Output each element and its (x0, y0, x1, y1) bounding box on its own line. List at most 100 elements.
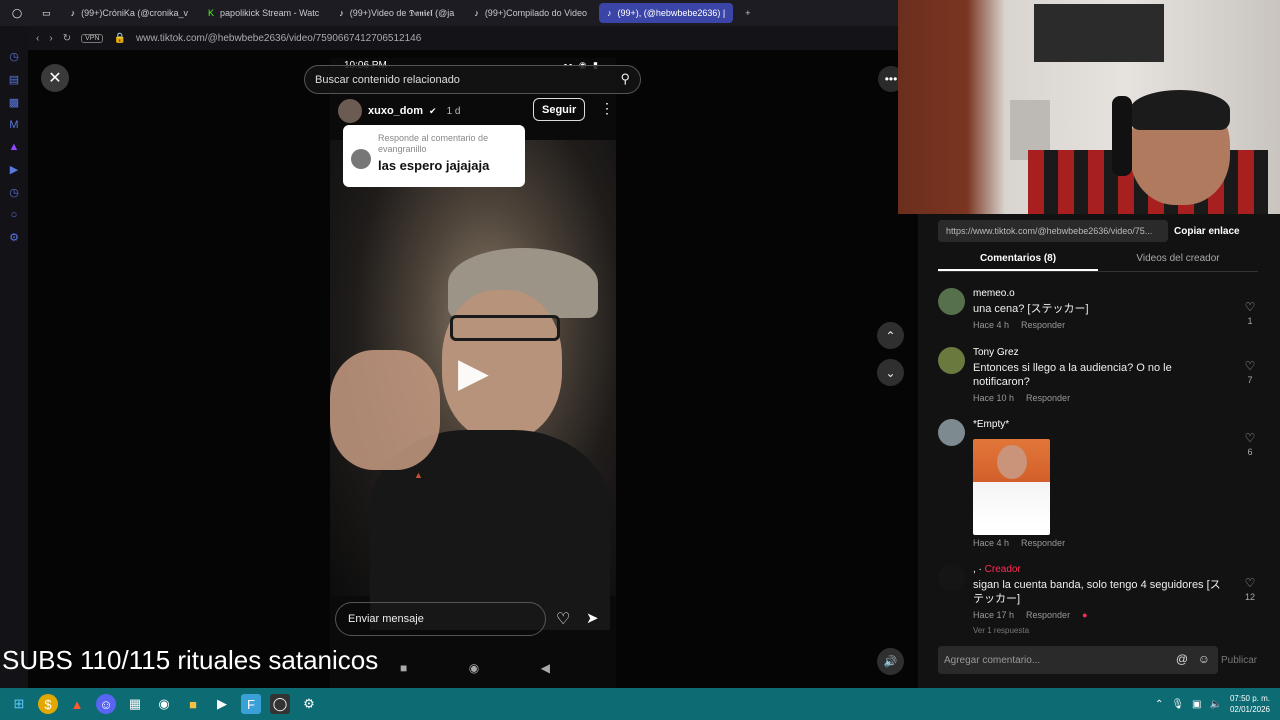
volume-icon[interactable]: 🔊 (877, 648, 904, 675)
video-link-field[interactable]: https://www.tiktok.com/@hebwbebe2636/vid… (938, 220, 1168, 242)
like-button[interactable]: ♡ 7 (1242, 359, 1258, 385)
avatar[interactable] (338, 99, 362, 123)
add-comment-placeholder: Agregar comentario... (944, 654, 1041, 666)
chevron-up-icon[interactable]: ⌃ (877, 322, 904, 349)
publish-button[interactable]: Publicar (1221, 655, 1257, 666)
volume-tray-icon[interactable]: 🔈 (1210, 699, 1222, 710)
reply-button[interactable]: Responder (1026, 393, 1070, 403)
heart-icon: ♡ (1244, 359, 1256, 373)
avatar[interactable] (938, 347, 965, 374)
tiktok-icon: ♪ (339, 8, 344, 18)
search-icon[interactable]: ⚲ (620, 71, 630, 87)
messenger-icon[interactable]: M (9, 119, 18, 131)
home-icon[interactable]: ◉ (469, 661, 479, 675)
player-icon[interactable]: ▶ (10, 163, 18, 176)
tab-3[interactable]: ♪ (99+)Video de 𝕯𝖆𝖓𝖎𝖊𝖑 (@ja (331, 3, 462, 23)
glasses-shape (450, 315, 560, 341)
like-button[interactable]: ♡ 12 (1242, 576, 1258, 602)
opera-gx-icon[interactable]: ◯ (270, 694, 290, 714)
windows-start-icon[interactable]: ⊞ (9, 694, 29, 714)
reply-button[interactable]: Responder (1021, 320, 1065, 330)
heart-icon: ♡ (1244, 576, 1256, 590)
like-button[interactable]: ♡ 6 (1242, 431, 1258, 457)
mention-icon[interactable]: @ (1176, 652, 1188, 666)
message-input[interactable]: Enviar mensaje (335, 602, 546, 636)
network-icon[interactable]: ▣ (1192, 699, 1201, 710)
comment-meta: Hace 17 h Responder ● (973, 610, 1100, 620)
store-icon[interactable]: ▦ (125, 694, 145, 714)
microphone-icon[interactable]: 🎙 (1171, 699, 1184, 710)
avatar[interactable] (938, 419, 965, 446)
comment-user[interactable]: *Empty* (973, 419, 1009, 430)
brave-icon[interactable]: ▲ (67, 694, 87, 714)
comment-image[interactable] (973, 439, 1050, 535)
comment-item: Tony Grez Entonces si llego a la audienc… (938, 347, 1258, 409)
settings-icon[interactable]: ⚙ (9, 231, 19, 244)
gamepad-icon[interactable]: ▶ (212, 694, 232, 714)
vpn-badge[interactable]: VPN (81, 33, 104, 43)
comment-item: , · Creador sigan la cuenta banda, solo … (938, 564, 1258, 624)
avatar[interactable] (938, 288, 965, 315)
comment-item: memeo.o una cena? [ステッカー] Hace 4 h Respon… (938, 288, 1258, 338)
settings-gear-icon[interactable]: ⚙ (299, 694, 319, 714)
history-icon[interactable]: ◷ (9, 50, 19, 63)
wallet-icon[interactable]: ▩ (9, 96, 19, 109)
author-name[interactable]: xuxo_dom (368, 105, 423, 117)
recents-icon[interactable]: ■ (400, 661, 407, 675)
discord-icon[interactable]: ☺ (96, 694, 116, 714)
comment-user[interactable]: , · Creador (973, 564, 1021, 575)
chevron-down-icon[interactable]: ⌄ (877, 359, 904, 386)
reply-card: Responde al comentario de evangranillo l… (343, 125, 525, 187)
send-icon[interactable]: ➤ (586, 609, 599, 627)
new-tab-button[interactable]: + (737, 3, 758, 23)
tab-5-active[interactable]: ♪ (99+), (@hebwbebe2636) | (598, 3, 734, 23)
heart-icon[interactable]: ♡ (556, 609, 570, 629)
avatar[interactable] (938, 564, 965, 591)
kick-icon: K (208, 8, 215, 18)
emoji-icon[interactable]: ☺ (1198, 652, 1210, 666)
play-icon[interactable]: ▶ (458, 350, 489, 396)
add-comment-input[interactable]: Agregar comentario... @ ☺ (938, 646, 1218, 674)
clock-icon[interactable]: ◷ (9, 186, 19, 199)
bag-icon[interactable]: ▤ (9, 73, 19, 86)
close-video-button[interactable]: ✕ (41, 64, 69, 92)
folder-icon[interactable]: ■ (183, 694, 203, 714)
browser-tab-strip: ◯ ▭ ♪ (99+)CróniKa (@cronika_v Kpapolikic… (0, 0, 900, 26)
tab-2[interactable]: Kpapolikick Stream - Watc (200, 3, 327, 23)
back-icon[interactable]: ‹ (36, 33, 39, 44)
back-triangle-icon[interactable]: ◀ (541, 661, 550, 675)
avatar (351, 149, 371, 169)
tab-workspace-icon[interactable]: ▭ (34, 3, 59, 23)
tray-chevron-icon[interactable]: ⌃ (1155, 699, 1163, 710)
twitch-icon[interactable]: ▲ (9, 141, 20, 153)
tab-label: papolikick Stream - Watc (220, 8, 320, 18)
tab-creator-videos[interactable]: Videos del creador (1098, 248, 1258, 271)
view-replies-link[interactable]: Ver 1 respuesta (973, 626, 1029, 635)
webcam-feed (898, 0, 1280, 214)
like-button[interactable]: ♡ 1 (1242, 300, 1258, 326)
reply-button[interactable]: Responder (1021, 538, 1065, 548)
tab-1[interactable]: ♪ (99+)CróniKa (@cronika_v (63, 3, 196, 23)
search-input[interactable]: Buscar contenido relacionado ⚲ (304, 65, 641, 94)
comment-text: Entonces si llego a la audiencia? O no l… (973, 362, 1172, 388)
comment-user[interactable]: Tony Grez (973, 347, 1019, 358)
opera-menu-icon[interactable]: ◯ (4, 3, 30, 23)
reply-button[interactable]: Responder (1026, 610, 1070, 620)
tab-4[interactable]: ♪ (99+)Compilado do Video (466, 3, 595, 23)
coin-icon[interactable]: $ (38, 694, 58, 714)
comment-user[interactable]: memeo.o (973, 288, 1015, 299)
copy-link-button[interactable]: Copiar enlace (1174, 226, 1240, 237)
obs-icon[interactable]: ◉ (154, 694, 174, 714)
reply-text: las espero jajajaja (378, 158, 490, 173)
forward-icon[interactable]: › (49, 33, 52, 44)
url-field[interactable]: www.tiktok.com/@hebwbebe2636/video/75906… (136, 33, 421, 44)
reload-icon[interactable]: ↻ (63, 33, 71, 44)
comment-meta: Hace 4 h Responder (973, 538, 1077, 548)
taskbar-clock[interactable]: 07:50 p. m. 02/01/2026 (1230, 693, 1270, 715)
follow-button[interactable]: Seguir (533, 98, 586, 121)
tab-comments[interactable]: Comentarios (8) (938, 248, 1098, 271)
chat-icon[interactable]: ○ (11, 209, 18, 221)
comment-meta: Hace 4 h Responder (973, 320, 1077, 330)
app-icon[interactable]: F (241, 694, 261, 714)
more-vertical-icon[interactable]: ⋮ (600, 100, 614, 117)
